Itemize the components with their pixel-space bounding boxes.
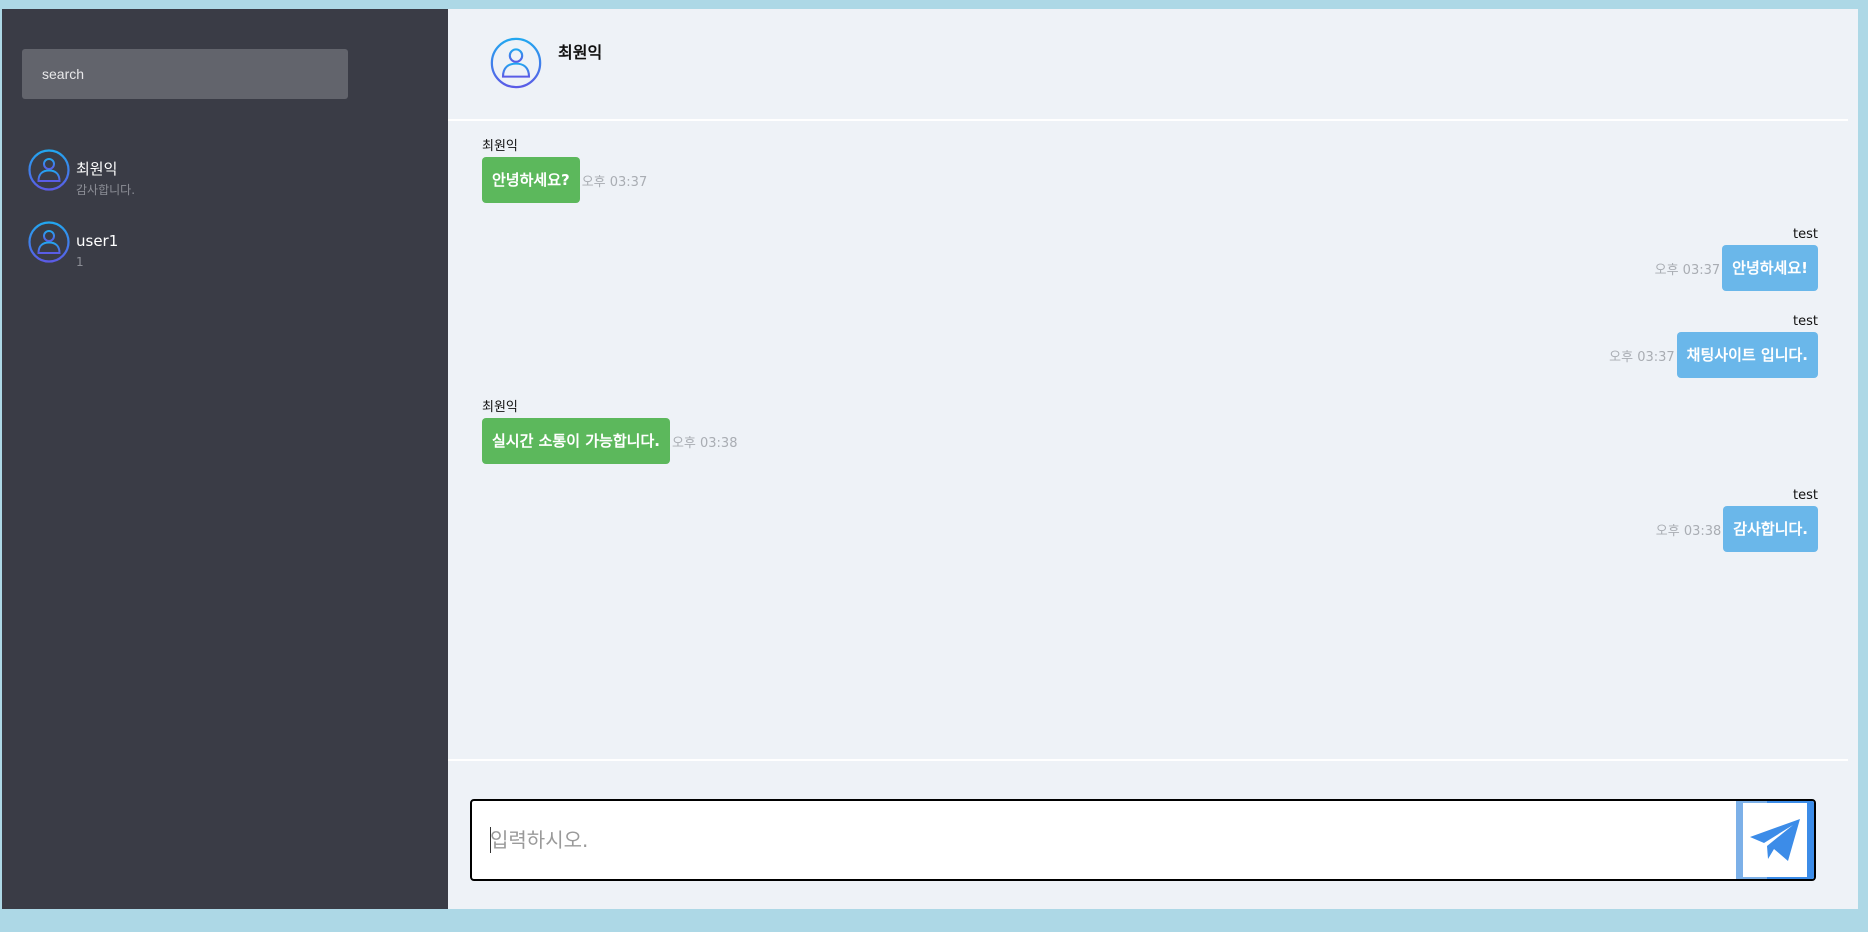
user-avatar-icon: [28, 149, 70, 191]
message-sender: test: [1793, 314, 1818, 329]
message-sender: 최원익: [482, 400, 518, 415]
message-item: test 오후 03:38 감사합니다.: [1656, 488, 1818, 552]
friend-item-choi[interactable]: 최원익 감사합니다.: [28, 149, 428, 198]
message-composer: [448, 759, 1848, 909]
message-input[interactable]: [472, 801, 1738, 879]
user-avatar-icon: [490, 37, 542, 89]
message-time: 오후 03:38: [671, 435, 738, 451]
paper-plane-icon: [1750, 819, 1800, 861]
search-input[interactable]: [22, 49, 348, 99]
friend-last-message: 감사합니다.: [76, 183, 136, 197]
message-bubble: 안녕하세요?: [482, 157, 580, 203]
message-bubble: 채팅사이트 입니다.: [1676, 332, 1818, 378]
message-bubble: 안녕하세요!: [1722, 245, 1818, 291]
message-time: 오후 03:37: [581, 174, 648, 190]
message-time: 오후 03:37: [1609, 349, 1675, 365]
friend-name: user1: [76, 232, 119, 250]
message-time: 오후 03:37: [1654, 262, 1721, 278]
message-sender: 최원익: [482, 139, 518, 154]
message-input-box: [470, 799, 1816, 881]
chat-app: 최원익 감사합니다. user1 1 최원익: [2, 9, 1858, 909]
message-time: 오후 03:38: [1655, 523, 1722, 539]
chat-title: 최원익: [558, 43, 603, 62]
text-caret: [490, 827, 491, 853]
friend-name: 최원익: [76, 160, 118, 178]
friend-item-user1[interactable]: user1 1: [28, 221, 428, 270]
message-bubble: 감사합니다.: [1723, 506, 1818, 552]
friend-last-message: 1: [76, 255, 84, 269]
message-list: 최원익 안녕하세요? 오후 03:37 test 오후 03:37 안녕하세요!…: [448, 123, 1848, 759]
send-button[interactable]: [1736, 801, 1814, 879]
message-bubble: 실시간 소통이 가능합니다.: [482, 418, 670, 464]
message-item: test 오후 03:37 채팅사이트 입니다.: [1609, 314, 1818, 378]
send-button-inner: [1743, 803, 1807, 877]
message-item: 최원익 안녕하세요? 오후 03:37: [482, 139, 647, 203]
message-sender: test: [1793, 488, 1818, 503]
chat-panel: 최원익 최원익 안녕하세요? 오후 03:37 test 오후 03:37 안녕…: [448, 9, 1858, 909]
message-item: 최원익 실시간 소통이 가능합니다. 오후 03:38: [482, 400, 737, 464]
chat-header: 최원익: [448, 9, 1848, 121]
user-avatar-icon: [28, 221, 70, 263]
message-item: test 오후 03:37 안녕하세요!: [1655, 227, 1818, 291]
sidebar: 최원익 감사합니다. user1 1: [2, 9, 448, 909]
message-sender: test: [1793, 227, 1818, 242]
